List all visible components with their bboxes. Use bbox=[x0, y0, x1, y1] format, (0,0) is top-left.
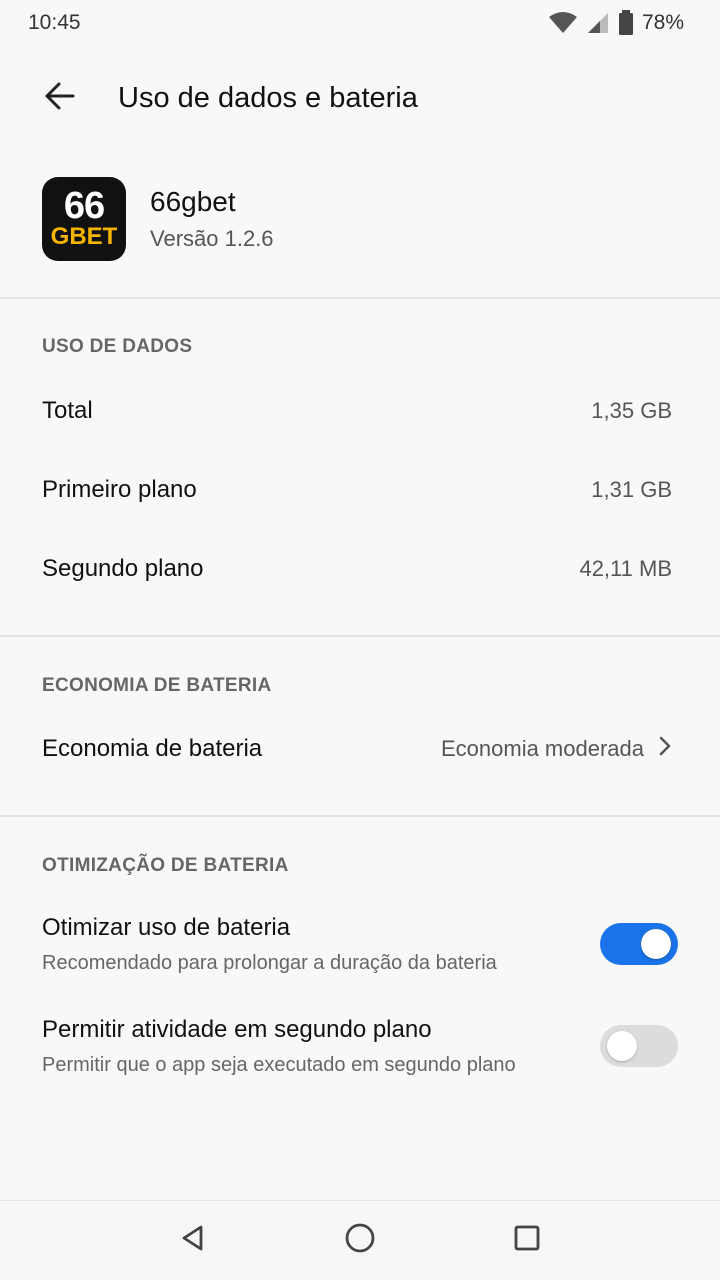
toggle-title: Otimizar uso de bateria bbox=[42, 913, 291, 941]
divider bbox=[0, 635, 720, 637]
data-usage-row-total: Total 1,35 GB bbox=[0, 379, 720, 443]
square-recents-icon bbox=[513, 1224, 541, 1257]
back-button[interactable] bbox=[28, 66, 92, 130]
cell-signal-icon bbox=[586, 11, 610, 35]
triangle-back-icon bbox=[179, 1224, 207, 1257]
toggle-text: Permitir atividade em segundo plano Perm… bbox=[42, 1016, 516, 1077]
battery-saver-label: Economia de bateria bbox=[42, 735, 263, 762]
battery-percent: 78% bbox=[641, 11, 684, 34]
battery-icon bbox=[618, 10, 634, 36]
row-label: Total bbox=[42, 397, 93, 424]
nav-recents-button[interactable] bbox=[497, 1211, 557, 1271]
logo-text: GBET bbox=[50, 223, 118, 250]
row-value: 42,11 MB bbox=[579, 556, 672, 581]
app-header: 66 GBET 66gbet Versão 1.2.6 bbox=[0, 176, 720, 262]
row-label: Primeiro plano bbox=[42, 476, 197, 503]
toggle-subtitle: Recomendado para prolongar a duração da … bbox=[42, 951, 497, 974]
battery-saver-value-wrap: Economia moderada bbox=[441, 735, 672, 763]
divider bbox=[0, 815, 720, 817]
nav-back-button[interactable] bbox=[163, 1211, 223, 1271]
background-activity-row[interactable]: Permitir atividade em segundo plano Perm… bbox=[0, 1006, 720, 1086]
switch-knob bbox=[607, 1031, 637, 1061]
optimize-battery-row[interactable]: Otimizar uso de bateria Recomendado para… bbox=[0, 904, 720, 984]
nav-home-button[interactable] bbox=[330, 1211, 390, 1271]
switch-knob bbox=[641, 929, 671, 959]
section-battery-saver: ECONOMIA DE BATERIA bbox=[42, 675, 272, 696]
row-value: 1,31 GB bbox=[591, 477, 672, 502]
toggle-subtitle: Permitir que o app seja executado em seg… bbox=[42, 1053, 516, 1076]
page-title: Uso de dados e bateria bbox=[118, 81, 418, 114]
row-value: 1,35 GB bbox=[591, 398, 672, 423]
arrow-back-icon bbox=[43, 79, 77, 118]
row-label: Segundo plano bbox=[42, 555, 204, 582]
background-activity-switch[interactable] bbox=[600, 1025, 678, 1067]
battery-saver-row[interactable]: Economia de bateria Economia moderada bbox=[0, 717, 720, 781]
logo-number: 66 bbox=[63, 185, 105, 227]
optimize-battery-switch[interactable] bbox=[600, 923, 678, 965]
toggle-title: Permitir atividade em segundo plano bbox=[42, 1015, 432, 1043]
data-usage-row-foreground: Primeiro plano 1,31 GB bbox=[0, 458, 720, 522]
chevron-right-icon bbox=[658, 735, 672, 763]
wifi-icon bbox=[548, 11, 578, 35]
app-logo: 66 GBET bbox=[42, 177, 126, 261]
app-bar: Uso de dados e bateria bbox=[0, 60, 720, 136]
section-battery-optimization: OTIMIZAÇÃO DE BATERIA bbox=[42, 855, 289, 876]
app-info: 66gbet Versão 1.2.6 bbox=[150, 186, 274, 252]
divider bbox=[0, 297, 720, 299]
app-name: 66gbet bbox=[150, 186, 236, 217]
section-data-usage: USO DE DADOS bbox=[42, 336, 193, 357]
status-icons: 78% bbox=[548, 10, 684, 36]
app-version: Versão 1.2.6 bbox=[150, 226, 274, 251]
status-bar: 10:45 78% bbox=[0, 0, 720, 46]
data-usage-row-background: Segundo plano 42,11 MB bbox=[0, 537, 720, 601]
toggle-text: Otimizar uso de bateria Recomendado para… bbox=[42, 914, 497, 975]
battery-saver-value: Economia moderada bbox=[440, 736, 644, 761]
circle-home-icon bbox=[344, 1222, 376, 1259]
system-nav-bar bbox=[0, 1200, 720, 1280]
status-time: 10:45 bbox=[28, 11, 81, 34]
